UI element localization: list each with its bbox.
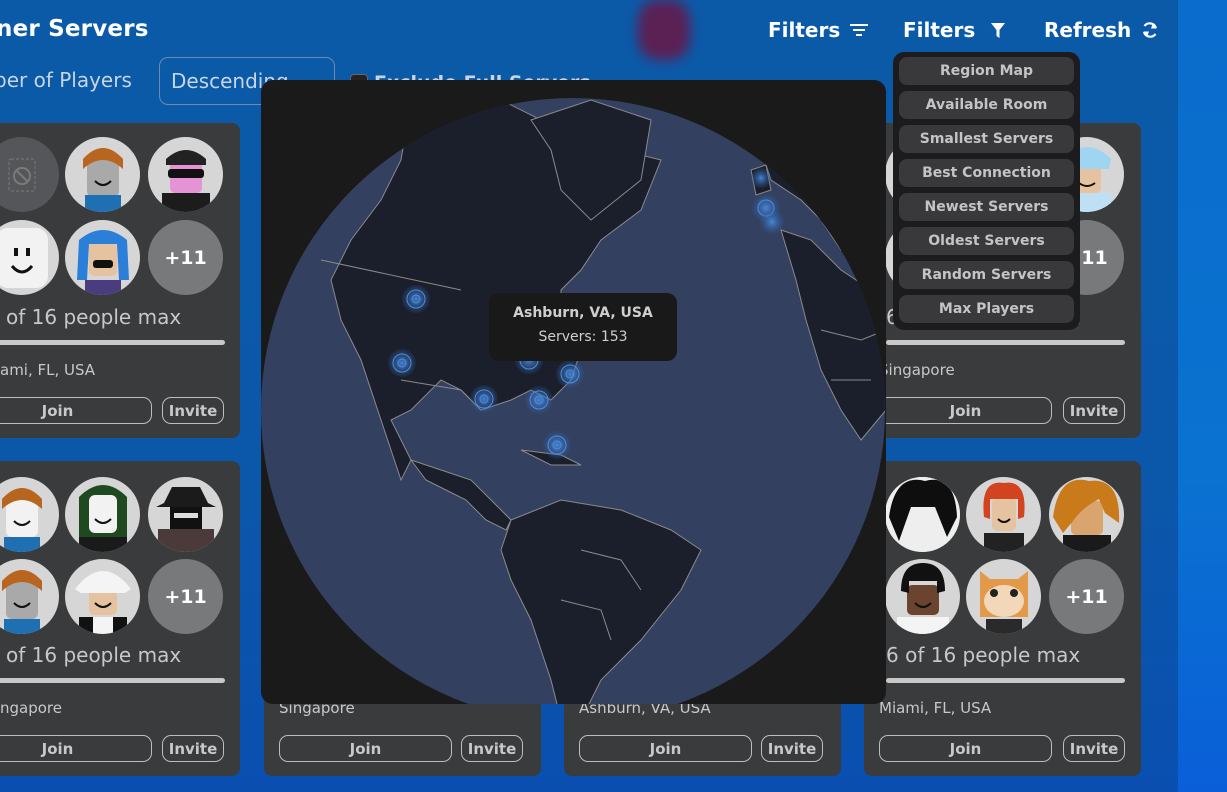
invite-button[interactable]: Invite <box>1063 397 1125 424</box>
invite-button[interactable]: Invite <box>461 735 523 762</box>
player-count: 6 of 16 people max <box>886 643 1081 667</box>
avatar-image <box>0 228 48 288</box>
player-avatars: +11 <box>0 137 240 297</box>
avatar-image <box>897 563 949 634</box>
avatar-image <box>983 482 1025 552</box>
server-marker[interactable] <box>388 349 416 377</box>
avatar[interactable] <box>885 477 960 552</box>
join-button[interactable]: Join <box>0 735 152 762</box>
join-button[interactable]: Join <box>279 735 452 762</box>
filters-sort-button[interactable]: Filters <box>768 18 869 42</box>
server-region: Miami, FL, USA <box>879 699 992 717</box>
filter-option-max-players[interactable]: Max Players <box>899 295 1074 323</box>
filter-option-best-connection[interactable]: Best Connection <box>899 159 1074 187</box>
avatar[interactable] <box>65 137 140 212</box>
avatar-image <box>885 477 960 552</box>
avatar[interactable] <box>0 220 59 295</box>
avatar[interactable] <box>65 220 140 295</box>
avatar-unavailable[interactable] <box>0 137 59 212</box>
capacity-bar <box>0 678 225 683</box>
filter-option-newest-servers[interactable]: Newest Servers <box>899 193 1074 221</box>
avatar[interactable] <box>65 559 140 634</box>
page-title: ner Servers <box>0 16 149 42</box>
player-count: of 16 people max <box>6 643 182 667</box>
refresh-button[interactable]: Refresh <box>1044 18 1159 42</box>
refresh-label: Refresh <box>1044 18 1132 42</box>
filter-option-oldest-servers[interactable]: Oldest Servers <box>899 227 1074 255</box>
avatar[interactable] <box>966 559 1041 634</box>
join-button[interactable]: Join <box>879 735 1052 762</box>
player-avatars: +11 <box>864 475 1141 635</box>
blocked-image-icon <box>8 158 35 191</box>
server-marker[interactable] <box>525 386 553 414</box>
player-avatars: +11 <box>0 475 240 635</box>
avatar[interactable] <box>65 477 140 552</box>
avatar[interactable] <box>966 477 1041 552</box>
filters-sort-label: Filters <box>768 18 841 42</box>
server-region: ami, FL, USA <box>0 361 96 379</box>
background-strip <box>1178 0 1227 792</box>
server-region: ngapore <box>0 699 62 717</box>
join-button[interactable]: Join <box>579 735 752 762</box>
server-marker[interactable] <box>470 385 498 413</box>
server-marker[interactable] <box>760 210 784 234</box>
server-card: +11 of 16 people max ngapore Join Invite <box>0 461 240 776</box>
player-count: of 16 people max <box>6 305 182 329</box>
invite-button[interactable]: Invite <box>761 735 823 762</box>
server-marker[interactable] <box>543 431 571 459</box>
more-players-badge[interactable]: +11 <box>1049 559 1124 634</box>
avatar-image <box>2 570 42 634</box>
server-region: Singapore <box>879 361 955 379</box>
server-marker[interactable] <box>751 168 771 188</box>
avatar[interactable] <box>0 559 59 634</box>
invite-button[interactable]: Invite <box>1063 735 1125 762</box>
filter-option-region-map[interactable]: Region Map <box>899 57 1074 85</box>
avatar[interactable] <box>0 477 59 552</box>
avatar-image <box>2 488 42 552</box>
avatar[interactable] <box>148 137 223 212</box>
map-tooltip: Ashburn, VA, USA Servers: 153 <box>489 293 677 361</box>
filter-dropdown-menu: Region Map Available Room Smallest Serve… <box>893 52 1080 330</box>
funnel-icon <box>991 22 1006 38</box>
filters-funnel-button[interactable]: Filters <box>903 18 1006 42</box>
sort-label: ber of Players <box>0 68 132 92</box>
sort-lines-icon <box>850 24 869 36</box>
avatar-image <box>1053 479 1120 552</box>
server-card: +11 6 of 16 people max Miami, FL, USA Jo… <box>864 461 1141 776</box>
join-button[interactable]: Join <box>879 397 1052 424</box>
filter-option-smallest-servers[interactable]: Smallest Servers <box>899 125 1074 153</box>
tooltip-server-count: Servers: 153 <box>538 329 628 345</box>
more-players-badge[interactable]: +11 <box>148 559 223 634</box>
filter-option-random-servers[interactable]: Random Servers <box>899 261 1074 289</box>
background-blur <box>638 0 690 60</box>
capacity-bar <box>0 340 225 345</box>
tooltip-location: Ashburn, VA, USA <box>513 305 653 321</box>
region-map-modal[interactable]: Ashburn, VA, USA Servers: 153 <box>261 80 886 704</box>
avatar-image <box>77 230 129 295</box>
avatar-image <box>83 148 123 212</box>
avatar-image <box>79 485 127 552</box>
invite-button[interactable]: Invite <box>162 735 224 762</box>
join-button[interactable]: Join <box>0 397 152 424</box>
avatar[interactable] <box>148 477 223 552</box>
refresh-icon <box>1143 22 1158 38</box>
avatar-image <box>980 571 1028 634</box>
capacity-bar <box>886 340 1125 345</box>
invite-button[interactable]: Invite <box>162 397 224 424</box>
filters-funnel-label: Filters <box>903 18 976 42</box>
server-marker[interactable] <box>402 285 430 313</box>
avatar[interactable] <box>885 559 960 634</box>
avatar[interactable] <box>1049 477 1124 552</box>
server-card: +11 of 16 people max ami, FL, USA Join I… <box>0 123 240 438</box>
more-players-badge[interactable]: +11 <box>148 220 223 295</box>
avatar-image <box>75 571 131 634</box>
capacity-bar <box>886 678 1125 683</box>
filter-option-available-room[interactable]: Available Room <box>899 91 1074 119</box>
server-marker-ashburn[interactable] <box>556 360 584 388</box>
avatar-image <box>156 487 216 552</box>
globe-map[interactable] <box>261 80 886 704</box>
avatar-image <box>162 150 210 212</box>
